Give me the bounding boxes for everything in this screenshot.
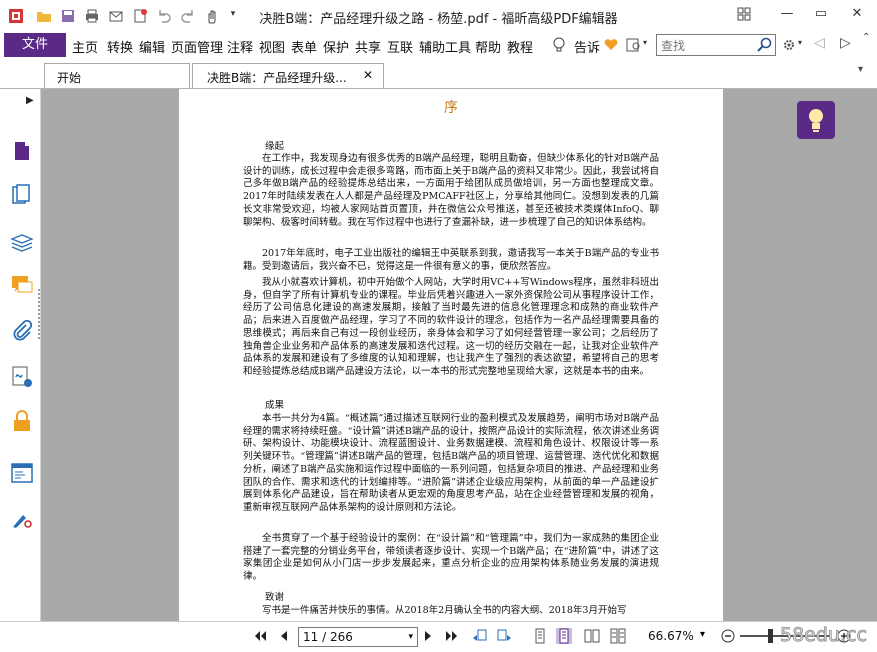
paragraph: 在工作中，我发现身边有很多优秀的B端产品经理，聪明且勤奋，但缺少体系化的针对B端… [243, 153, 659, 228]
menu-convert[interactable]: 转换 [107, 37, 133, 56]
tab-label: 开始 [57, 71, 82, 85]
zoom-dropdown-icon[interactable]: ▾ [700, 629, 705, 640]
maximize-button[interactable]: ▭ [812, 6, 830, 22]
paragraph: 我从小就喜欢计算机，初中开始做个人网站，大学时用VC++写Windows程序，虽… [243, 277, 659, 377]
sidebar-expand-arrow-icon[interactable]: ▶ [26, 95, 34, 106]
title-bar: ▾ 决胜B端：产品经理升级之路 - 杨堃.pdf - 福昕高级PDF编辑器 — … [0, 0, 877, 32]
last-page-icon[interactable] [444, 628, 460, 644]
paragraph: 本书一共分为4篇。“概述篇”通过描述互联网行业的盈利模式及发展趋势，阐明市场对B… [243, 413, 659, 513]
security-lock-icon[interactable] [10, 409, 34, 433]
menu-bar: 文件 主页 转换 编辑 页面管理 注释 视图 表单 保护 共享 互联 辅助工具 … [0, 32, 877, 58]
continuous-facing-view-icon[interactable] [610, 628, 626, 644]
ribbon-right-arrow-icon[interactable]: ▷ [840, 35, 851, 51]
menu-connect[interactable]: 互联 [387, 37, 413, 56]
tab-document[interactable]: 决胜B端：产品经理升级... ✕ [192, 63, 384, 88]
continuous-view-icon[interactable] [556, 628, 572, 644]
menu-page-management[interactable]: 页面管理 [171, 37, 223, 56]
document-tab-bar: 开始 决胜B端：产品经理升级... ✕ ▾ [0, 58, 877, 89]
menu-view[interactable]: 视图 [259, 37, 285, 56]
ribbon-expand-icon[interactable]: ⌃ [862, 32, 870, 43]
tab-label: 决胜B端：产品经理升级... [207, 71, 347, 85]
previous-page-icon[interactable] [276, 628, 292, 644]
paragraph: 2017年年底时，电子工业出版社的编辑王中英联系到我，邀请我写一本关于B端产品的… [243, 248, 659, 272]
page-number-value: 11 / 266 [303, 630, 353, 644]
status-bar: 11 / 266 ▾ 66.67% ▾ 58edu.cc [0, 621, 877, 652]
section-title: 致谢 [265, 592, 285, 603]
menu-accessibility[interactable]: 辅助工具 [419, 37, 471, 56]
menu-form[interactable]: 表单 [291, 37, 317, 56]
page-thumbnails-icon[interactable] [10, 139, 34, 163]
gear-icon[interactable] [782, 38, 796, 52]
paragraph: 全书贯穿了一个基于经验设计的案例：在“设计篇”和“管理篇”中，我们为一家成熟的集… [243, 533, 659, 583]
heart-icon[interactable] [604, 38, 618, 51]
search-icon[interactable] [757, 37, 772, 52]
page-number-field[interactable]: 11 / 266 ▾ [298, 627, 418, 647]
document-workspace: 序 缘起 在工作中，我发现身边有很多优秀的B端产品经理，聪明且勤奋，但缺少体系化… [41, 89, 877, 621]
menu-share[interactable]: 共享 [355, 37, 381, 56]
attachments-icon[interactable] [10, 319, 34, 343]
next-view-icon[interactable] [496, 628, 512, 644]
close-button[interactable]: ✕ [848, 6, 866, 22]
lightbulb-icon [809, 109, 823, 132]
search-field[interactable] [656, 34, 776, 56]
previous-view-icon[interactable] [472, 628, 488, 644]
lightbulb-icon [553, 37, 565, 52]
page-heading: 序 [444, 100, 458, 116]
paragraph: 写书是一件痛苦并快乐的事情。从2018年2月确认全书的内容大纲、2018年3月开… [262, 605, 627, 616]
signatures-icon[interactable] [10, 365, 34, 389]
tab-close-icon[interactable]: ✕ [363, 68, 373, 82]
file-menu-button[interactable]: 文件 [4, 33, 66, 57]
zoom-out-icon[interactable] [720, 628, 736, 644]
zoom-level[interactable]: 66.67% [648, 629, 694, 643]
zoom-slider-thumb[interactable] [768, 629, 773, 643]
section-title: 缘起 [265, 141, 285, 152]
navigation-sidebar: ▶ [0, 89, 41, 621]
menu-tutorial[interactable]: 教程 [507, 37, 533, 56]
menu-help[interactable]: 帮助 [475, 37, 501, 56]
menu-home[interactable]: 主页 [72, 37, 98, 56]
menu-edit[interactable]: 编辑 [139, 37, 165, 56]
find-text-icon[interactable] [626, 37, 642, 53]
menu-protect[interactable]: 保护 [323, 37, 349, 56]
single-page-view-icon[interactable] [532, 628, 548, 644]
bookmarks-icon[interactable] [10, 183, 34, 207]
first-page-icon[interactable] [252, 628, 268, 644]
layout-icon[interactable] [736, 6, 752, 22]
settings-dropdown-icon[interactable]: ▾ [798, 38, 802, 47]
page-dropdown-icon[interactable]: ▾ [408, 628, 413, 646]
comments-icon[interactable] [10, 273, 34, 297]
layers-icon[interactable] [10, 229, 34, 253]
facing-view-icon[interactable] [584, 628, 600, 644]
minimize-button[interactable]: — [778, 6, 796, 22]
search-input[interactable] [657, 37, 753, 55]
find-dropdown-icon[interactable]: ▾ [643, 38, 647, 47]
tab-start[interactable]: 开始 [44, 63, 190, 88]
pdf-page: 序 缘起 在工作中，我发现身边有很多优秀的B端产品经理，聪明且勤奋，但缺少体系化… [179, 89, 723, 621]
tell-me-label[interactable]: 告诉 [574, 37, 600, 56]
next-page-icon[interactable] [420, 628, 436, 644]
fill-sign-icon[interactable] [10, 507, 34, 531]
content-panel-icon[interactable] [10, 461, 34, 485]
ribbon-left-arrow-icon[interactable]: ◁ [814, 35, 825, 51]
watermark: 58edu.cc [780, 624, 868, 647]
section-title: 成果 [265, 400, 285, 411]
tips-button[interactable] [797, 101, 835, 139]
tab-list-dropdown-icon[interactable]: ▾ [858, 64, 863, 75]
menu-comment[interactable]: 注释 [227, 37, 253, 56]
